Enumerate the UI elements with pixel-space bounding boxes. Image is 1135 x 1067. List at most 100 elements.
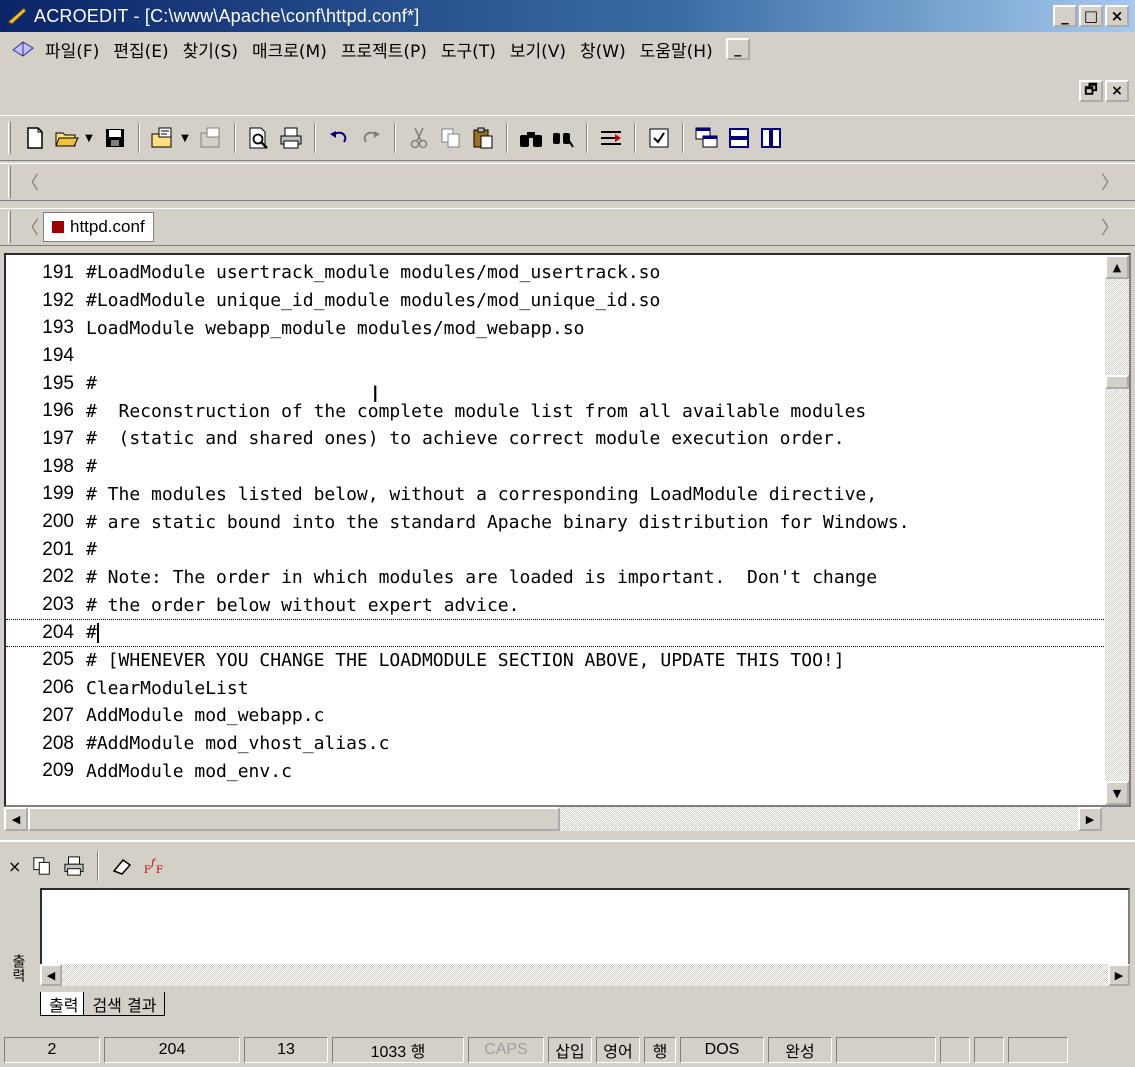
chevron-right-icon[interactable]: 〉 xyxy=(1101,214,1119,240)
output-list[interactable] xyxy=(40,888,1130,966)
close-button[interactable]: × xyxy=(1105,5,1129,27)
output-print-button[interactable] xyxy=(58,850,90,882)
scroll-left-icon[interactable]: ◀ xyxy=(40,964,62,986)
cascade-windows-button[interactable] xyxy=(691,122,723,154)
code-line[interactable]: 198 # xyxy=(6,453,1104,481)
code-line[interactable]: 204 # xyxy=(6,618,1104,647)
line-text[interactable]: # Note: The order in which modules are l… xyxy=(86,567,877,588)
code-line[interactable]: 206 ClearModuleList xyxy=(6,674,1104,702)
line-text[interactable]: # xyxy=(86,622,97,643)
replace-button[interactable] xyxy=(547,122,579,154)
output-copy-button[interactable] xyxy=(26,850,58,882)
output-horizontal-scrollbar[interactable]: ◀ ▶ xyxy=(40,964,1130,986)
menu-view[interactable]: 보기(V) xyxy=(503,37,573,62)
code-line[interactable]: 191 #LoadModule usertrack_module modules/… xyxy=(6,259,1104,287)
open-dropdown-icon[interactable]: ▼ xyxy=(83,133,95,144)
line-text[interactable]: AddModule mod_env.c xyxy=(86,761,292,782)
code-line[interactable]: 199 # The modules listed below, without a… xyxy=(6,481,1104,509)
line-text[interactable]: ClearModuleList xyxy=(86,678,249,699)
project-button[interactable] xyxy=(147,122,179,154)
find-button[interactable] xyxy=(515,122,547,154)
line-text[interactable]: #LoadModule unique_id_module modules/mod… xyxy=(86,290,660,311)
chevron-right-icon[interactable]: 〉 xyxy=(1101,169,1119,195)
code-line[interactable]: 208 #AddModule mod_vhost_alias.c xyxy=(6,730,1104,758)
chevron-left-icon[interactable]: 〈 xyxy=(21,169,39,195)
output-font-button[interactable]: FfF xyxy=(138,850,170,882)
scroll-left-icon[interactable]: ◀ xyxy=(4,807,28,831)
title-bar[interactable]: ACROEDIT - [C:\www\Apache\conf\httpd.con… xyxy=(0,0,1135,32)
code-line[interactable]: 209 AddModule mod_env.c xyxy=(6,757,1104,785)
code-line[interactable]: 202 # Note: The order in which modules ar… xyxy=(6,564,1104,592)
vertical-scroll-thumb[interactable] xyxy=(1105,375,1129,389)
code-line[interactable]: 195 # xyxy=(6,370,1104,398)
project-dropdown-icon[interactable]: ▼ xyxy=(179,133,191,144)
menu-tools[interactable]: 도구(T) xyxy=(434,37,503,62)
copy-button[interactable] xyxy=(435,122,467,154)
status-insert[interactable]: 삽입 xyxy=(548,1037,592,1063)
code-line[interactable]: 207 AddModule mod_webapp.c xyxy=(6,702,1104,730)
maximize-button[interactable]: □ xyxy=(1079,5,1103,27)
line-text[interactable]: # xyxy=(86,456,97,477)
minimize-button[interactable]: _ xyxy=(1053,5,1077,27)
goto-button[interactable] xyxy=(595,122,627,154)
project-save-button[interactable] xyxy=(195,122,227,154)
doc-close-button[interactable]: × xyxy=(1105,80,1129,102)
line-text[interactable]: # Reconstruction of the complete module … xyxy=(86,401,866,422)
code-line[interactable]: 197 # (static and shared ones) to achieve… xyxy=(6,425,1104,453)
vertical-scrollbar[interactable]: ▲ ▼ xyxy=(1105,255,1129,805)
chevron-left-icon[interactable]: 〈 xyxy=(21,214,39,240)
print-preview-button[interactable] xyxy=(243,122,275,154)
tab-search-results[interactable]: 검색 결과 xyxy=(83,992,166,1016)
line-text[interactable]: # the order below without expert advice. xyxy=(86,595,519,616)
code-line[interactable]: 200 # are static bound into the standard … xyxy=(6,508,1104,536)
code-line[interactable]: 194 xyxy=(6,342,1104,370)
line-text[interactable]: # xyxy=(86,539,97,560)
close-pane-icon[interactable]: × xyxy=(8,857,26,876)
code-line[interactable]: 203 # the order below without expert advi… xyxy=(6,591,1104,619)
document-system-menu-icon[interactable] xyxy=(8,38,38,60)
horizontal-scrollbar[interactable]: ◀ ▶ xyxy=(4,807,1102,831)
output-clear-button[interactable] xyxy=(106,850,138,882)
line-text[interactable]: # [WHENEVER YOU CHANGE THE LOADMODULE SE… xyxy=(86,650,845,671)
line-text[interactable]: #AddModule mod_vhost_alias.c xyxy=(86,733,389,754)
toolbar-grip[interactable] xyxy=(8,122,11,154)
open-file-button[interactable] xyxy=(51,122,83,154)
code-line[interactable]: 205 # [WHENEVER YOU CHANGE THE LOADMODULE… xyxy=(6,647,1104,675)
print-button[interactable] xyxy=(275,122,307,154)
paste-button[interactable] xyxy=(467,122,499,154)
line-text[interactable]: LoadModule webapp_module modules/mod_web… xyxy=(86,318,585,339)
line-text[interactable]: # (static and shared ones) to achieve co… xyxy=(86,428,845,449)
horizontal-scroll-thumb[interactable] xyxy=(28,807,560,831)
scroll-right-icon[interactable]: ▶ xyxy=(1078,807,1102,831)
strip-grip[interactable] xyxy=(8,166,11,198)
menu-macro[interactable]: 매크로(M) xyxy=(245,37,334,62)
split-horizontal-button[interactable] xyxy=(723,122,755,154)
split-vertical-button[interactable] xyxy=(755,122,787,154)
code-line[interactable]: 193 LoadModule webapp_module modules/mod_… xyxy=(6,314,1104,342)
scroll-up-icon[interactable]: ▲ xyxy=(1105,255,1129,279)
status-language[interactable]: 영어 xyxy=(596,1037,640,1063)
menu-search[interactable]: 찾기(S) xyxy=(176,37,245,62)
tab-output[interactable]: 출력 xyxy=(40,992,88,1016)
save-button[interactable] xyxy=(99,122,131,154)
line-text[interactable]: #LoadModule usertrack_module modules/mod… xyxy=(86,262,660,283)
menu-help[interactable]: 도움말(H) xyxy=(633,37,720,62)
code-line[interactable]: 201 # xyxy=(6,536,1104,564)
new-file-button[interactable] xyxy=(19,122,51,154)
checklist-button[interactable] xyxy=(643,122,675,154)
line-text[interactable]: # xyxy=(86,373,97,394)
code-line[interactable]: 196 # Reconstruction of the complete modu… xyxy=(6,397,1104,425)
scroll-right-icon[interactable]: ▶ xyxy=(1108,964,1130,986)
menu-window[interactable]: 창(W) xyxy=(573,37,633,62)
status-mode[interactable]: 행 xyxy=(644,1037,676,1063)
undo-button[interactable] xyxy=(323,122,355,154)
code-line[interactable]: 192 #LoadModule unique_id_module modules/… xyxy=(6,287,1104,315)
menu-project[interactable]: 프로젝트(P) xyxy=(334,37,434,62)
tab-httpd-conf[interactable]: httpd.conf xyxy=(43,212,154,242)
line-text[interactable]: # are static bound into the standard Apa… xyxy=(86,512,910,533)
redo-button[interactable] xyxy=(355,122,387,154)
menu-edit[interactable]: 편집(E) xyxy=(106,37,175,62)
strip-grip[interactable] xyxy=(8,211,11,243)
status-eol[interactable]: DOS xyxy=(680,1037,764,1063)
code-editor[interactable]: 191 #LoadModule usertrack_module modules/… xyxy=(4,253,1131,807)
